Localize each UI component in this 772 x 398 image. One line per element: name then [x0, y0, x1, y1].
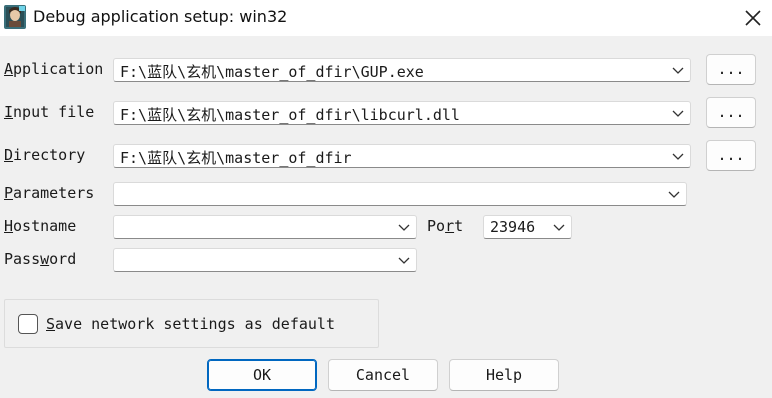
- input-file-browse-button[interactable]: ...: [706, 97, 756, 128]
- application-label: Application: [4, 60, 104, 78]
- input-file-combo[interactable]: F:\蓝队\玄机\master_of_dfir\libcurl.dll: [113, 101, 691, 125]
- chevron-down-icon: [553, 224, 565, 231]
- close-icon: [745, 10, 761, 26]
- application-browse-button[interactable]: ...: [706, 54, 756, 85]
- title-bar: Debug application setup: win32: [0, 0, 772, 36]
- close-button[interactable]: [735, 0, 772, 36]
- chevron-down-icon: [672, 67, 684, 74]
- password-label: Password: [4, 250, 77, 268]
- parameters-combo[interactable]: [113, 182, 687, 206]
- port-combo[interactable]: 23946: [483, 215, 572, 239]
- chevron-down-icon: [398, 257, 410, 264]
- input-file-label: Input file: [4, 103, 95, 121]
- directory-label: Directory: [4, 146, 86, 164]
- application-combo[interactable]: F:\蓝队\玄机\master_of_dfir\GUP.exe: [113, 58, 691, 82]
- chevron-down-icon: [398, 224, 410, 231]
- save-settings-checkbox[interactable]: [18, 314, 38, 334]
- directory-combo[interactable]: F:\蓝队\玄机\master_of_dfir: [113, 144, 691, 168]
- cancel-button[interactable]: Cancel: [328, 359, 438, 391]
- hostname-combo[interactable]: [113, 215, 417, 239]
- hostname-label: Hostname: [4, 217, 77, 235]
- password-combo[interactable]: [113, 248, 417, 272]
- application-value: F:\蓝队\玄机\master_of_dfir\GUP.exe: [120, 63, 424, 81]
- port-label: Port: [427, 217, 464, 235]
- save-settings-label[interactable]: Save network settings as default: [46, 315, 335, 333]
- directory-browse-button[interactable]: ...: [706, 140, 756, 171]
- parameters-label: Parameters: [4, 184, 95, 202]
- directory-value: F:\蓝队\玄机\master_of_dfir: [120, 149, 352, 167]
- ok-button[interactable]: OK: [207, 359, 317, 391]
- window-title: Debug application setup: win32: [33, 7, 288, 26]
- help-button[interactable]: Help: [449, 359, 559, 391]
- ida-app-icon: [4, 5, 26, 29]
- chevron-down-icon: [672, 110, 684, 117]
- port-value: 23946: [490, 218, 536, 236]
- chevron-down-icon: [672, 153, 684, 160]
- chevron-down-icon: [668, 191, 680, 198]
- input-file-value: F:\蓝队\玄机\master_of_dfir\libcurl.dll: [120, 106, 460, 124]
